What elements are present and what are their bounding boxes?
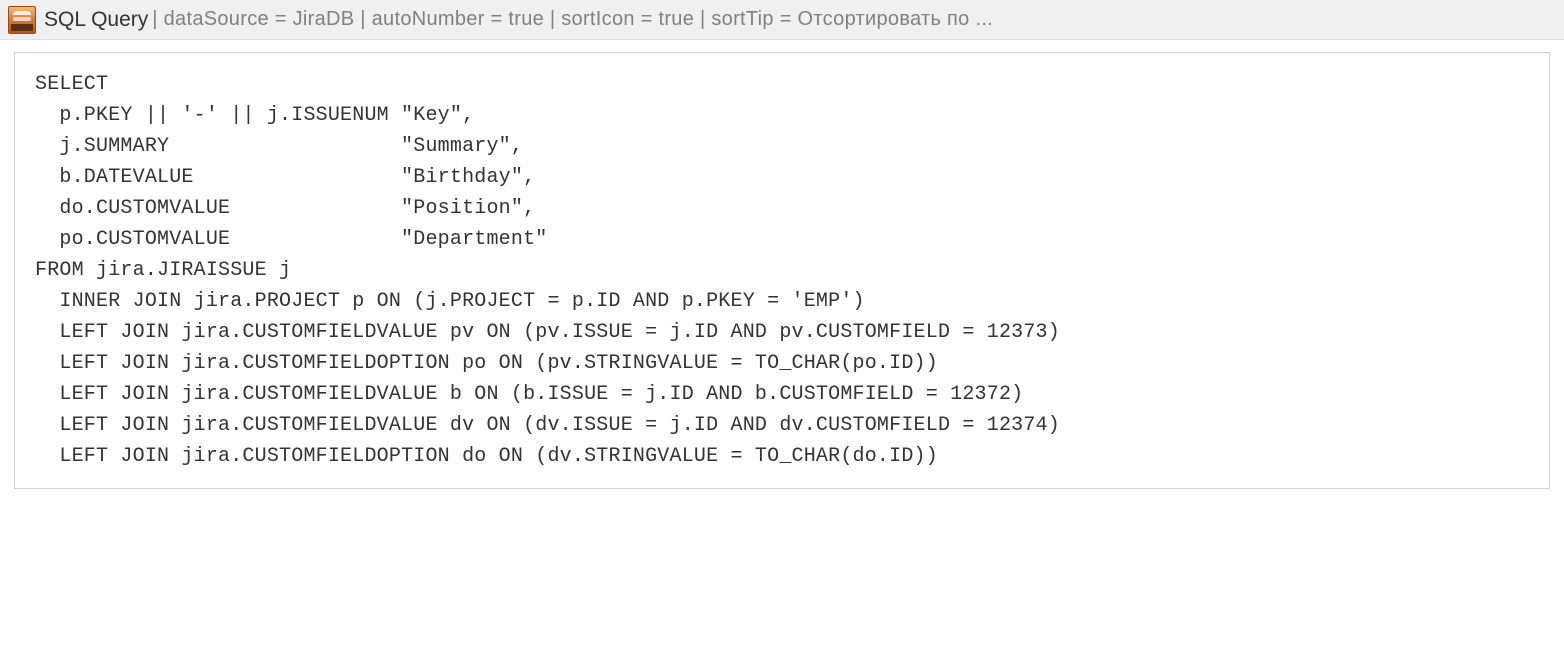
code-editor[interactable]: SELECT p.PKEY || '-' || j.ISSUENUM "Key"…: [14, 52, 1550, 489]
sql-code-content[interactable]: SELECT p.PKEY || '-' || j.ISSUENUM "Key"…: [35, 69, 1529, 472]
macro-header[interactable]: SQL Query | dataSource = JiraDB | autoNu…: [0, 0, 1564, 40]
macro-title: SQL Query: [44, 8, 148, 32]
macro-container: SQL Query | dataSource = JiraDB | autoNu…: [0, 0, 1564, 489]
database-icon: [8, 6, 36, 34]
icon-script-label: [11, 24, 33, 31]
macro-params: | dataSource = JiraDB | autoNumber = tru…: [152, 8, 993, 31]
